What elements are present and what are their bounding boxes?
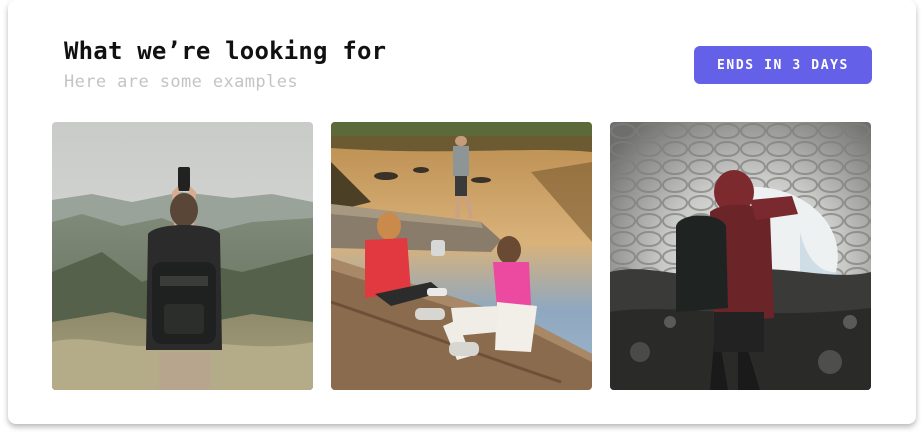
examples-card: What we’re looking for Here are some exa… (8, 0, 916, 424)
example-photo-3[interactable] (610, 122, 871, 390)
section-subtitle: Here are some examples (64, 72, 298, 92)
hiker-phone-mountains-photo (52, 122, 313, 390)
example-photo-1[interactable] (52, 122, 313, 390)
person-in-ice-cave-photo (610, 122, 871, 390)
example-photo-2[interactable] (331, 122, 592, 390)
deadline-badge[interactable]: ENDS IN 3 DAYS (694, 46, 872, 84)
section-title: What we’re looking for (64, 37, 387, 65)
friends-on-log-by-lake-photo (331, 122, 592, 390)
